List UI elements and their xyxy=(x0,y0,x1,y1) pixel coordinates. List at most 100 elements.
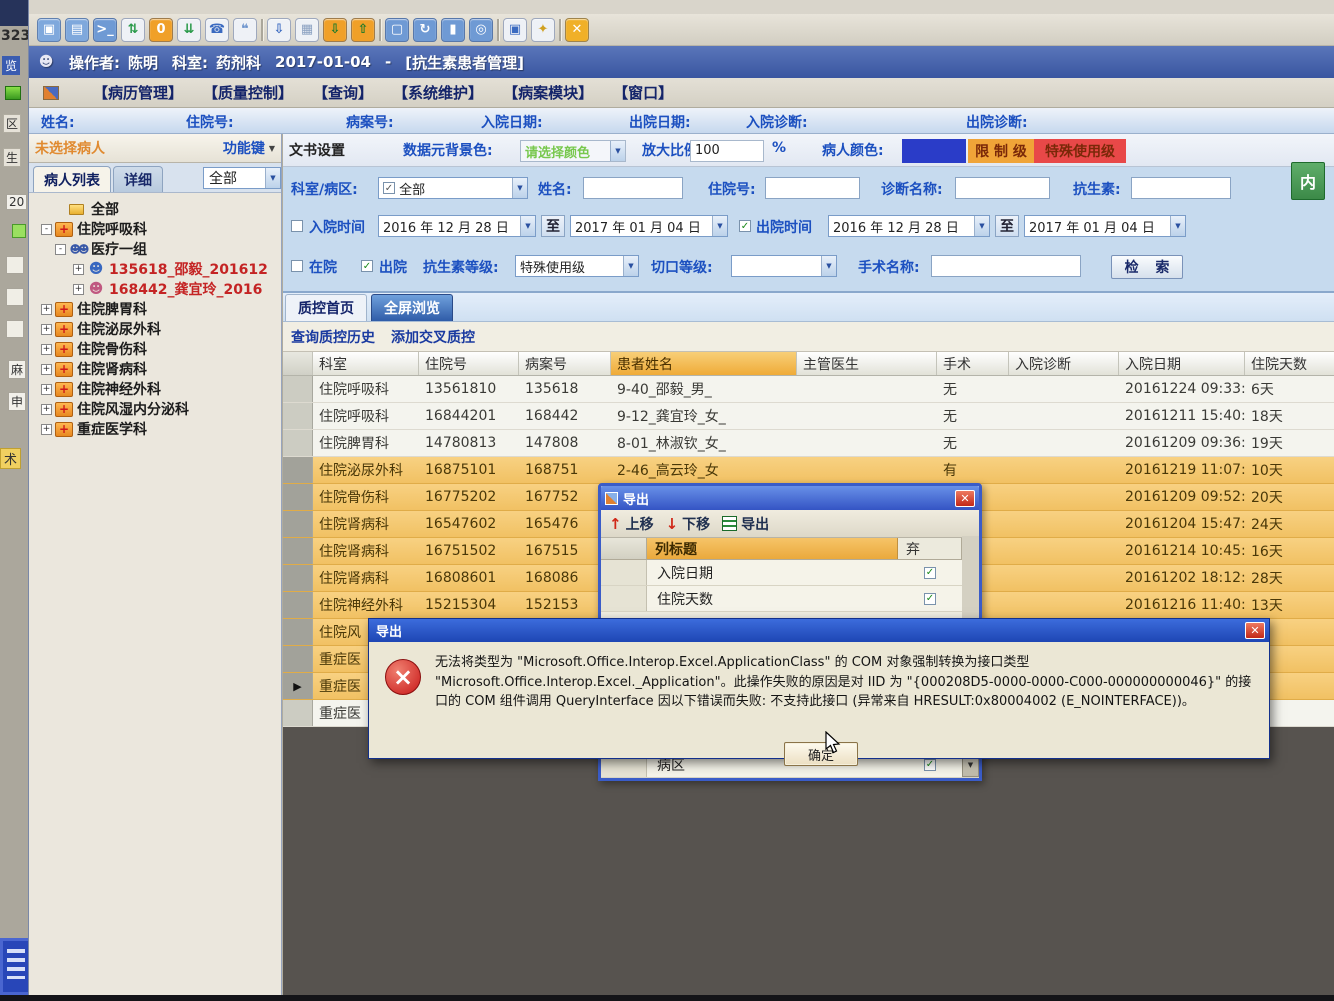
sidebar-tab[interactable]: 详细 xyxy=(113,166,163,192)
discharge-to-date[interactable]: 2017 年 01 月 04 日 xyxy=(1024,215,1186,237)
tree-item[interactable]: + 住院风湿内分泌科 xyxy=(33,399,281,419)
chat-bubble-icon[interactable]: ❝ xyxy=(233,17,257,42)
tree-expander[interactable]: + xyxy=(41,363,52,375)
excel-exit-icon[interactable]: ✕ xyxy=(565,17,589,42)
row-header[interactable]: ▶ xyxy=(283,592,313,618)
terminal-icon[interactable]: >_ xyxy=(93,17,117,42)
tree-item[interactable]: + 135618_邵毅_201612 xyxy=(33,259,281,279)
column-header[interactable]: 病案号 xyxy=(519,352,611,375)
phone-icon[interactable]: ☎ xyxy=(205,17,229,42)
tree-item[interactable]: + 住院骨伤科 xyxy=(33,339,281,359)
export-dialog-titlebar[interactable]: 导出 ✕ xyxy=(601,486,979,510)
refresh-window-icon[interactable]: ↻ xyxy=(413,17,437,42)
tree-item[interactable]: + 住院神经外科 xyxy=(33,379,281,399)
tree-expander[interactable]: + xyxy=(41,343,52,355)
column-header[interactable]: 科室 xyxy=(313,352,419,375)
menu-item[interactable]: 【病历管理】 xyxy=(93,82,183,103)
row-header[interactable]: ▶ xyxy=(283,673,313,699)
tree-item[interactable]: + 重症医学科 xyxy=(33,419,281,439)
doc-settings-button[interactable]: 文书设置 xyxy=(289,140,345,160)
tree-item[interactable]: - 医疗一组 xyxy=(33,239,281,259)
target-window-icon[interactable]: ◎ xyxy=(469,17,493,42)
row-header[interactable]: ▶ xyxy=(283,646,313,672)
row-header[interactable]: ▶ xyxy=(283,457,313,483)
admit-from-date[interactable]: 2016 年 12 月 28 日 xyxy=(378,215,536,237)
tree-expander[interactable]: + xyxy=(41,323,52,335)
tree-expander[interactable]: + xyxy=(41,383,52,395)
table-row[interactable]: ▶ 住院脾胃科 14780813 147808 8-01_林淑钦_女_ 无 20… xyxy=(283,430,1334,457)
color-picker-combo[interactable]: 请选择颜色 xyxy=(520,140,626,162)
tools-icon[interactable]: ✦ xyxy=(531,17,555,42)
row-header[interactable]: ▶ xyxy=(283,619,313,645)
admit-time-checkbox[interactable] xyxy=(291,220,303,232)
search-button[interactable]: 检 索 xyxy=(1111,255,1183,279)
column-header[interactable]: 入院诊断 xyxy=(1009,352,1119,375)
ok-button[interactable]: 确定 xyxy=(784,742,858,766)
toolbar-icon[interactable] xyxy=(497,18,499,41)
import-box-icon[interactable]: ⇩ xyxy=(323,17,347,42)
modules-icon[interactable]: ▦ xyxy=(295,17,319,42)
inner-button[interactable]: 内 xyxy=(1291,162,1325,200)
row-header[interactable]: ▶ xyxy=(283,484,313,510)
export-box-icon[interactable]: ⇧ xyxy=(351,17,375,42)
export-grid-row[interactable]: 住院天数 xyxy=(601,586,979,612)
antibiotic-level-combo[interactable]: 特殊使用级 xyxy=(515,255,639,277)
discard-checkbox[interactable] xyxy=(924,566,936,579)
menu-item[interactable]: 【查询】 xyxy=(313,82,373,103)
row-header[interactable]: ▶ xyxy=(283,430,313,456)
view-tab[interactable]: 质控首页 xyxy=(285,294,367,321)
discard-checkbox[interactable] xyxy=(924,758,936,771)
row-header[interactable]: ▶ xyxy=(283,538,313,564)
error-dialog-titlebar[interactable]: 导出 ✕ xyxy=(369,619,1269,642)
action-link[interactable]: 添加交叉质控 xyxy=(391,327,475,347)
in-hospital-checkbox[interactable] xyxy=(291,260,303,272)
tree-expander[interactable]: + xyxy=(73,283,84,295)
tree-item[interactable]: 全部 xyxy=(33,199,281,219)
export-grid-row[interactable]: 入院日期 xyxy=(601,560,979,586)
discard-checkbox[interactable] xyxy=(924,592,936,605)
tree-expander[interactable]: + xyxy=(73,263,84,275)
antibiotic-input[interactable] xyxy=(1131,177,1231,199)
discharged-checkbox[interactable] xyxy=(361,260,373,272)
diagnosis-input[interactable] xyxy=(955,177,1050,199)
discharge-from-date[interactable]: 2016 年 12 月 28 日 xyxy=(828,215,990,237)
column-header[interactable]: 住院号 xyxy=(419,352,519,375)
row-header[interactable]: ▶ xyxy=(283,403,313,429)
move-up-button[interactable]: ↑ 上移 xyxy=(609,514,654,534)
name-input[interactable] xyxy=(583,177,683,199)
column-header[interactable]: 主管医生 xyxy=(797,352,937,375)
column-header[interactable]: 患者姓名 xyxy=(611,352,797,375)
window-icon[interactable]: ▢ xyxy=(385,17,409,42)
row-header[interactable]: ▶ xyxy=(283,700,313,726)
menu-item[interactable]: 【窗口】 xyxy=(613,82,673,103)
tree-item[interactable]: - 住院呼吸科 xyxy=(33,219,281,239)
table-row[interactable]: ▶ 住院呼吸科 13561810 135618 9-40_邵毅_男_ 无 201… xyxy=(283,376,1334,403)
menu-item[interactable]: 【系统维护】 xyxy=(393,82,483,103)
dept-ward-combo[interactable]: 全部 xyxy=(378,177,528,199)
close-icon[interactable]: ✕ xyxy=(955,489,975,507)
toolbar-icon[interactable] xyxy=(559,18,561,41)
copy-icon[interactable]: ▣ xyxy=(503,17,527,42)
view-tab[interactable]: 全屏浏览 xyxy=(371,294,453,321)
row-header[interactable]: ▶ xyxy=(283,376,313,402)
close-icon[interactable]: ✕ xyxy=(1245,622,1265,639)
workstation-icon[interactable]: ▣ xyxy=(37,17,61,42)
toolbar-icon[interactable] xyxy=(261,18,263,41)
admission-no-input[interactable] xyxy=(765,177,860,199)
export-button[interactable]: 导出 xyxy=(722,514,769,534)
tree-expander[interactable]: - xyxy=(55,243,66,255)
menu-item[interactable]: 【病案模块】 xyxy=(503,82,593,103)
row-header[interactable]: ▶ xyxy=(283,511,313,537)
column-header[interactable]: 住院天数 xyxy=(1245,352,1334,375)
tree-expander[interactable]: - xyxy=(41,223,52,235)
table-row[interactable]: ▶ 住院呼吸科 16844201 168442 9-12_龚宜玲_女_ 无 20… xyxy=(283,403,1334,430)
incision-level-combo[interactable] xyxy=(731,255,837,277)
row-header[interactable]: ▶ xyxy=(283,565,313,591)
tree-item[interactable]: + 住院肾病科 xyxy=(33,359,281,379)
user-download-icon[interactable]: ⇩ xyxy=(267,17,291,42)
tree-expander[interactable]: + xyxy=(41,403,52,415)
tree-expander[interactable]: + xyxy=(41,423,52,435)
move-down-button[interactable]: ↓ 下移 xyxy=(666,514,711,534)
tree-expander[interactable]: + xyxy=(41,303,52,315)
column-header[interactable]: 手术 xyxy=(937,352,1009,375)
